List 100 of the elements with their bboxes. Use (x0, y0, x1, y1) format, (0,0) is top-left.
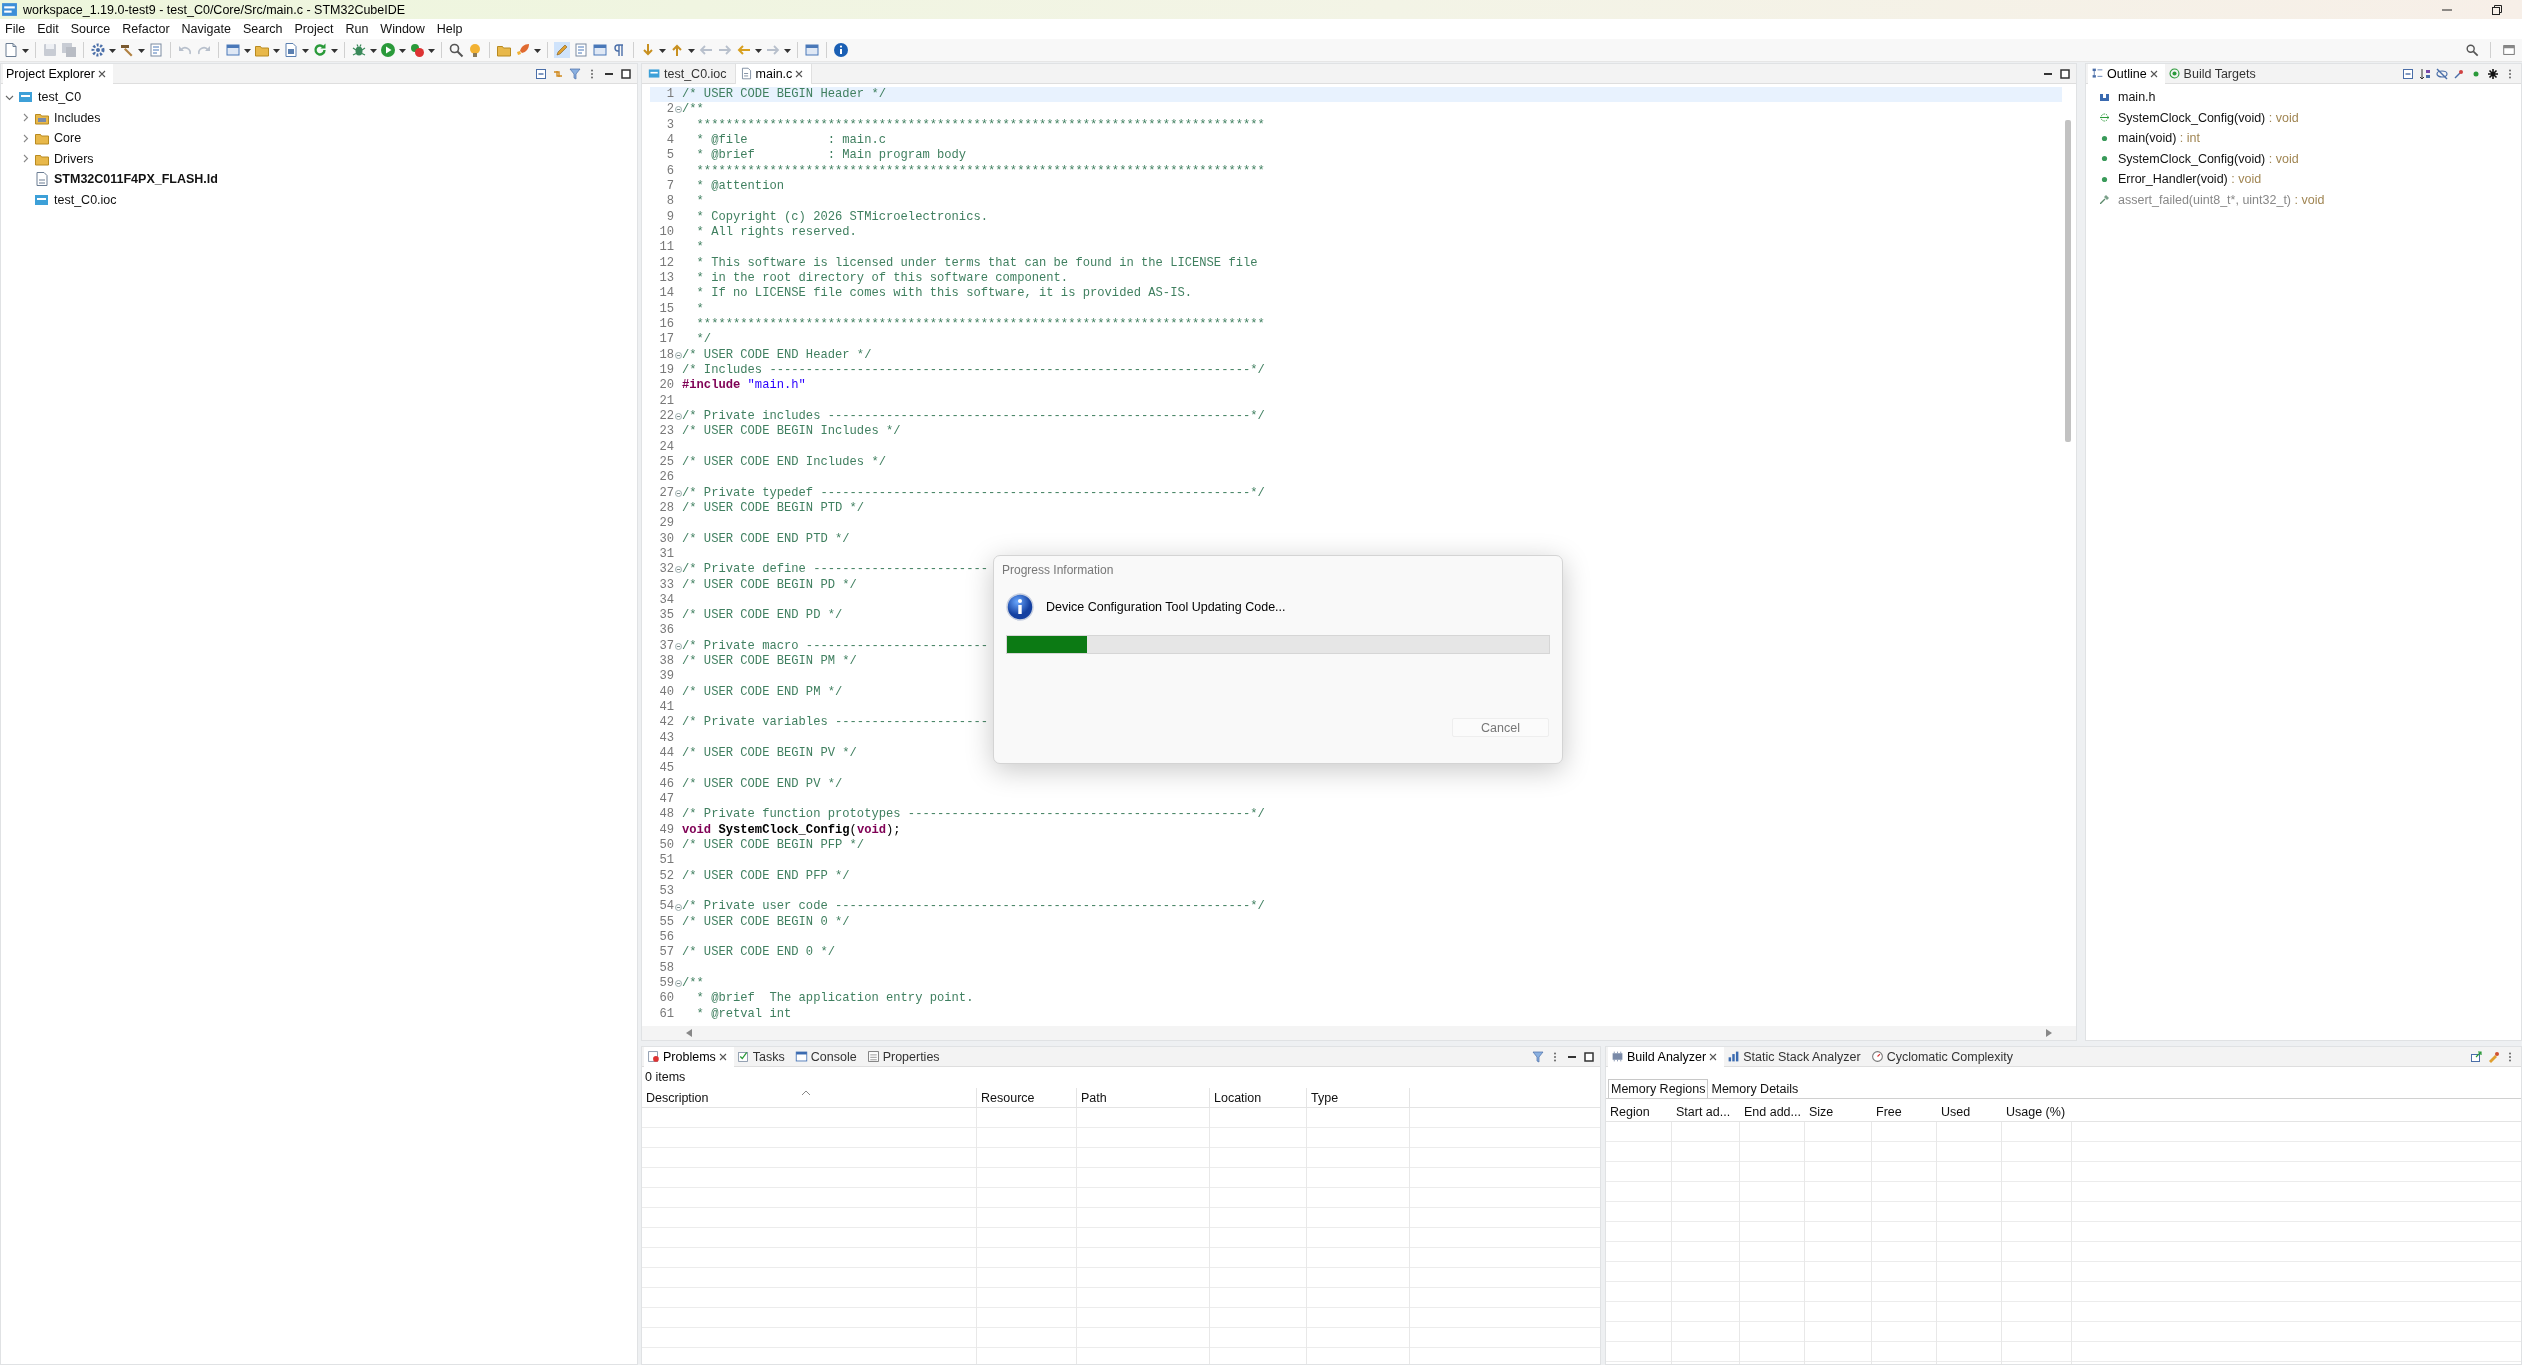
star-icon[interactable] (2487, 67, 2499, 80)
search-icon[interactable] (2465, 43, 2479, 57)
close-icon[interactable] (97, 69, 106, 78)
menu-item[interactable]: Search (237, 22, 288, 36)
close-icon[interactable] (1709, 1052, 1718, 1061)
menu-item[interactable]: Help (431, 22, 468, 36)
column-header[interactable]: Location (1214, 1091, 1262, 1105)
tab[interactable]: Tasks (733, 1046, 792, 1067)
code-line: /** (682, 102, 704, 118)
tab[interactable]: Static Stack Analyzer (1724, 1046, 1868, 1067)
column-header[interactable]: Type (1311, 1091, 1339, 1105)
tab[interactable]: Properties (863, 1046, 947, 1067)
column-header[interactable]: Path (1081, 1091, 1107, 1105)
tab[interactable]: Build Analyzer (1608, 1046, 1725, 1067)
circles-icon[interactable] (409, 42, 425, 58)
window-icon[interactable] (804, 42, 820, 58)
search-icon[interactable] (448, 42, 464, 58)
bulb-icon[interactable] (467, 42, 483, 58)
info-icon[interactable] (833, 42, 849, 58)
close-icon[interactable] (795, 69, 804, 78)
menu-item[interactable]: Source (65, 22, 116, 36)
outline-item[interactable]: SystemClock_Config(void) : void (2118, 151, 2299, 166)
maximize-icon[interactable] (620, 67, 632, 80)
column-header[interactable]: Used (1941, 1105, 1971, 1119)
bug-icon[interactable] (351, 42, 367, 58)
collapse-icon[interactable] (674, 413, 682, 421)
close-icon[interactable] (2149, 69, 2158, 78)
window-icon[interactable] (225, 42, 241, 58)
collapse-icon[interactable] (674, 489, 682, 497)
tree-item[interactable]: test_C0 (38, 90, 82, 105)
collapse-icon[interactable] (674, 106, 682, 114)
collapse-icon[interactable] (674, 642, 682, 650)
code-line: ****************************************************************************** (695, 117, 1265, 133)
tab[interactable]: Problems (644, 1046, 734, 1067)
scroll-left-icon[interactable] (686, 1029, 692, 1037)
sort-icon[interactable] (2419, 67, 2431, 80)
play-icon[interactable] (380, 42, 396, 58)
maximize-icon[interactable] (1583, 1050, 1595, 1063)
menu-item[interactable]: Project (289, 22, 339, 36)
tab[interactable]: main.c (735, 63, 813, 84)
close-icon[interactable] (718, 1052, 727, 1061)
menu-item[interactable]: File (0, 22, 31, 36)
menu-item[interactable]: Edit (32, 22, 64, 36)
maximize-icon[interactable] (2059, 67, 2071, 80)
sort-caret-icon[interactable] (802, 1090, 810, 1095)
outline-item[interactable]: SystemClock_Config(void) : void (2118, 110, 2299, 125)
column-header[interactable]: Resource (981, 1091, 1035, 1105)
column-header[interactable]: Description (646, 1091, 709, 1105)
window-icon[interactable] (592, 42, 608, 58)
tree-item[interactable]: STM32C011F4PX_FLASH.ld (54, 172, 218, 187)
column-header[interactable]: Start ad... (1676, 1105, 1731, 1119)
tab[interactable]: Outline (2088, 63, 2165, 84)
collapse-icon[interactable] (674, 351, 682, 359)
column-header[interactable]: End add... (1744, 1105, 1801, 1119)
eye-slash-icon[interactable] (2436, 67, 2448, 80)
brush-icon[interactable] (2487, 1050, 2499, 1063)
collapse-icon[interactable] (674, 903, 682, 911)
collapse-all-icon[interactable] (2402, 67, 2414, 80)
perspective-icon[interactable] (2502, 43, 2516, 57)
outline-item[interactable]: main(void) : int (2118, 131, 2200, 146)
menu-item[interactable]: Navigate (176, 22, 236, 36)
tab[interactable]: Project Explorer (3, 63, 113, 84)
menu-item[interactable]: Refactor (117, 22, 175, 36)
menu-item[interactable]: Run (340, 22, 374, 36)
collapse-icon[interactable] (674, 566, 682, 574)
collapse-icon[interactable] (674, 980, 682, 988)
collapse-all-icon[interactable] (535, 67, 547, 80)
scroll-right-icon[interactable] (2046, 1029, 2052, 1037)
tab[interactable]: Console (791, 1046, 864, 1067)
file-icon[interactable] (283, 42, 299, 58)
tree-item[interactable]: test_C0.ioc (54, 192, 117, 207)
column-header[interactable]: Free (1876, 1105, 1902, 1119)
tree-item[interactable]: Drivers (54, 151, 94, 166)
filter-icon[interactable] (1532, 1050, 1544, 1063)
column-header[interactable]: Size (1809, 1105, 1834, 1119)
tree-item[interactable]: Includes (54, 110, 101, 125)
line-number: 39 (658, 669, 674, 685)
export-icon[interactable] (2470, 1050, 2482, 1063)
hammer-icon[interactable] (119, 42, 135, 58)
code-line: /* Private macro ------------------------- (682, 638, 988, 655)
filter-icon[interactable] (569, 67, 581, 80)
line-number: 38 (658, 654, 674, 670)
file-icon[interactable] (3, 42, 19, 58)
pencil-icon[interactable] (554, 42, 570, 58)
outline-item[interactable]: main.h (2118, 90, 2156, 105)
outline-item[interactable]: Error_Handler(void) : void (2118, 172, 2262, 187)
tab[interactable]: Memory Regions (1608, 1079, 1709, 1098)
tab[interactable]: Memory Details (1708, 1079, 1802, 1098)
problems-icon (647, 1050, 660, 1063)
tab[interactable]: Build Targets (2164, 63, 2263, 84)
restore-icon[interactable] (2492, 4, 2502, 15)
gear-icon[interactable] (90, 42, 106, 58)
pin-icon[interactable] (2453, 67, 2465, 80)
tree-item[interactable]: Core (54, 131, 82, 146)
tab[interactable]: Cyclomatic Complexity (1867, 1046, 2021, 1067)
column-header[interactable]: Usage (%) (2006, 1105, 2066, 1119)
tab[interactable]: test_C0.ioc (644, 63, 736, 84)
menu-item[interactable]: Window (375, 22, 430, 36)
column-header[interactable]: Region (1610, 1105, 1650, 1119)
window-title: workspace_1.19.0-test9 - test_C0/Core/Src/main.c - STM32CubeIDE (23, 2, 406, 17)
